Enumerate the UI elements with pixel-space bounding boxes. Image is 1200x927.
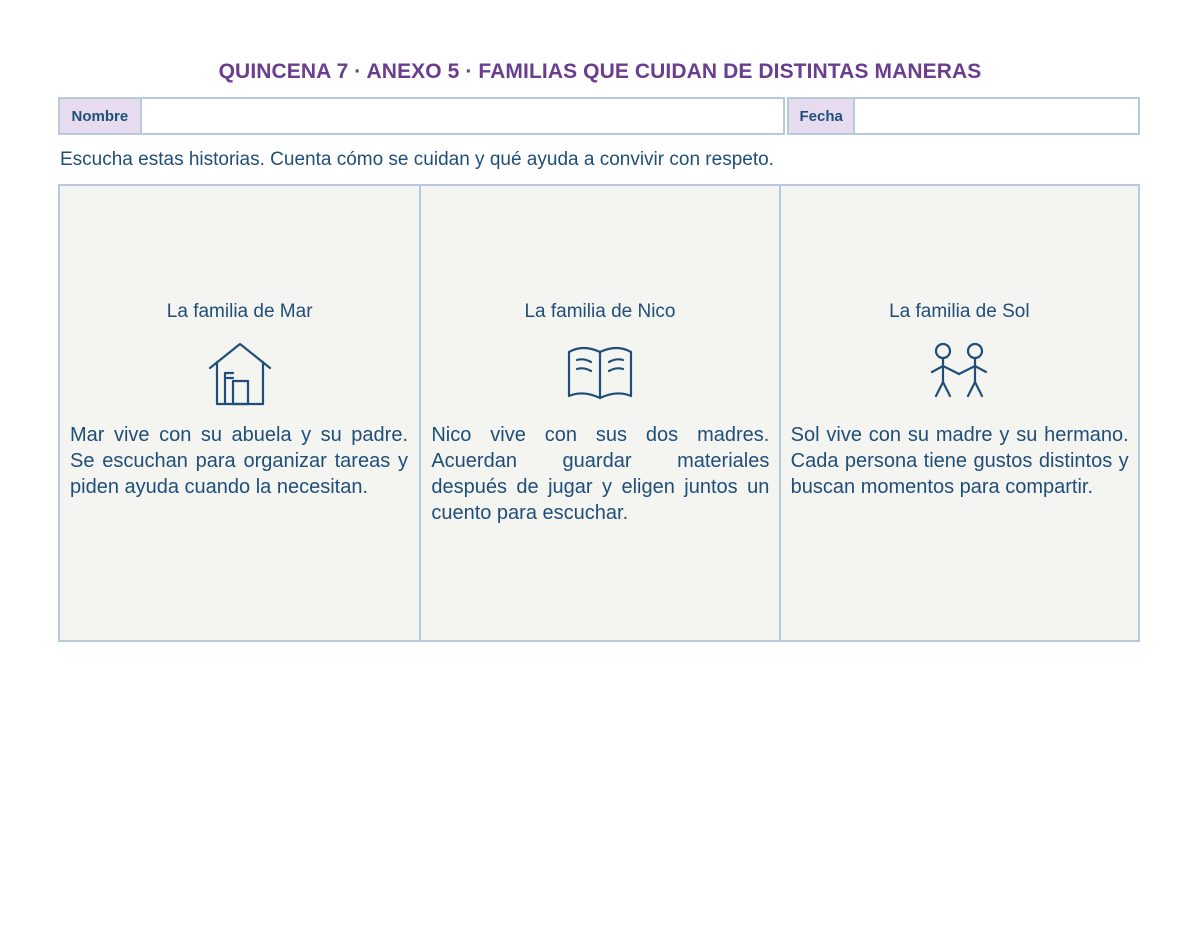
name-label: Nombre xyxy=(58,97,142,135)
two-people-icon xyxy=(924,338,994,406)
card-story: Nico vive con sus dos madres. Acuerdan g… xyxy=(431,424,770,524)
family-card-mar: La familia de Mar Mar vive con su abuela… xyxy=(60,186,419,640)
instructions-text: Escucha estas historias. Cuenta cómo se … xyxy=(60,149,774,170)
card-story: Sol vive con su madre y su hermano. Cada… xyxy=(790,424,1129,498)
open-book-icon xyxy=(565,338,635,406)
date-field[interactable] xyxy=(853,97,1140,135)
house-icon xyxy=(205,338,275,406)
name-field[interactable] xyxy=(139,97,786,135)
page-title: QUINCENA 7 · ANEXO 5 · FAMILIAS QUE CUID… xyxy=(218,60,982,83)
family-card-sol: La familia de Sol Sol vive con su madre … xyxy=(778,186,1138,640)
card-title: La familia de Mar xyxy=(166,301,313,322)
card-story: Mar vive con su abuela y su padre. Se es… xyxy=(70,424,408,498)
date-label: Fecha xyxy=(787,97,856,135)
family-cards: La familia de Mar Mar vive con su abuela… xyxy=(58,184,1140,642)
family-card-nico: La familia de Nico Nico vive con sus dos… xyxy=(419,186,778,640)
card-title: La familia de Nico xyxy=(524,301,676,322)
card-title: La familia de Sol xyxy=(889,301,1030,322)
student-info-row: Nombre Fecha xyxy=(58,97,1140,135)
